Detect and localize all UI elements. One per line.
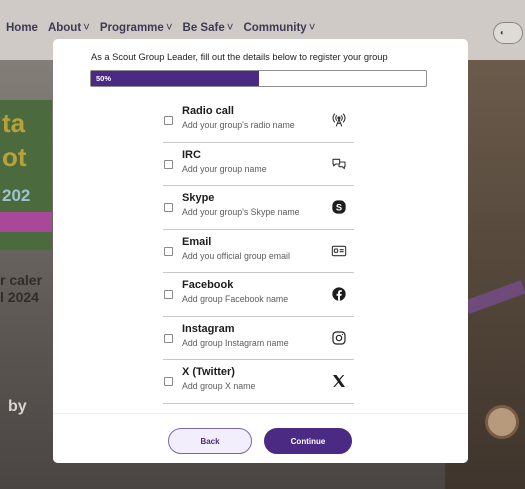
nav-item-label: Community (243, 22, 307, 34)
skype-icon: S (330, 198, 348, 216)
progress-label: 50% (96, 74, 112, 83)
nav-item-be-safe[interactable]: Be Safe ˅ (183, 22, 234, 34)
channel-input-placeholder[interactable]: Add you official group email (182, 251, 290, 261)
channel-title: Skype (182, 192, 215, 204)
channel-row-facebook: Facebook Add group Facebook name (163, 273, 354, 317)
channel-title: Instagram (182, 322, 235, 335)
channel-row-skype: Skype Add your group's Skype name S (163, 186, 354, 230)
channel-row-instagram: Instagram Add group Instagram name (163, 317, 354, 360)
continue-button[interactable]: Continue (264, 428, 352, 454)
nav-item-label: About (47, 22, 82, 34)
channel-input-placeholder[interactable]: Add group Facebook name (182, 294, 288, 304)
channel-checkbox-irc[interactable] (164, 159, 173, 169)
channel-checkbox-radio-call[interactable] (164, 116, 173, 125)
nav-item-label: Programme (99, 22, 164, 34)
nav-item-home[interactable]: Home (6, 22, 38, 34)
channel-list: Radio call Add your group's radio name IRC… (163, 99, 354, 404)
channel-input-placeholder[interactable]: Add your group's radio name (182, 120, 295, 130)
nav-item-community[interactable]: Community ˅ (243, 22, 315, 34)
channel-title: Facebook (182, 279, 234, 291)
chevron-down-icon: ˅ (83, 22, 90, 34)
instagram-icon (330, 329, 348, 347)
banner-bar (0, 212, 52, 232)
channel-checkbox-skype[interactable] (164, 203, 173, 212)
channel-row-x-twitter: X (Twitter) Add group X name (163, 360, 354, 404)
channel-checkbox-facebook[interactable] (164, 290, 173, 299)
channel-title: X (Twitter) (182, 366, 235, 378)
chevron-down-icon: ˅ (308, 22, 316, 34)
nav-menu: Home About ˅ Programme ˅ Be Safe ˅ Community ˅ (6, 22, 325, 34)
photo-badge (485, 405, 519, 439)
channel-row-radio-call: Radio call Add your group's radio name (163, 99, 354, 143)
modal-footer: Back Continue (53, 413, 468, 463)
background-banner: ta ot 202 (0, 100, 52, 250)
channel-input-placeholder[interactable]: Add your group's Skype name (182, 207, 300, 217)
nav-item-programme[interactable]: Programme ˅ (100, 22, 173, 34)
search-pill[interactable]: ◐ (493, 22, 523, 44)
background-byline: by (8, 398, 27, 415)
email-card-icon (330, 242, 348, 260)
channel-row-irc: IRC Add your group name (163, 143, 354, 186)
back-button[interactable]: Back (168, 428, 252, 454)
banner-year: 202 (2, 186, 31, 205)
x-twitter-icon (330, 372, 348, 390)
channel-title: IRC (182, 148, 201, 161)
chat-bubbles-icon (330, 155, 348, 173)
banner-text-2: ot (2, 142, 27, 172)
background-heading: r caler l 2024 (0, 272, 43, 305)
channel-checkbox-x-twitter[interactable] (164, 377, 173, 386)
nav-item-label: Home (6, 22, 38, 34)
channel-input-placeholder[interactable]: Add your group name (182, 164, 267, 174)
modal-instruction: As a Scout Group Leader, fill out the de… (91, 52, 388, 62)
chevron-down-icon: ˅ (226, 22, 234, 34)
progress-bar: 50% (90, 70, 427, 87)
channel-title: Email (182, 235, 212, 248)
channel-input-placeholder[interactable]: Add group Instagram name (182, 338, 289, 348)
channel-row-email: Email Add you official group email (163, 230, 354, 273)
registration-modal: As a Scout Group Leader, fill out the de… (53, 39, 468, 463)
channel-input-placeholder[interactable]: Add group X name (182, 381, 255, 391)
chevron-down-icon: ˅ (165, 22, 173, 34)
channel-checkbox-instagram[interactable] (164, 333, 173, 343)
progress-fill (91, 71, 259, 86)
channel-checkbox-email[interactable] (164, 246, 173, 256)
svg-text:S: S (336, 202, 342, 212)
banner-text-1: ta (2, 108, 26, 138)
facebook-icon (330, 285, 348, 303)
photo-strip (464, 280, 525, 314)
nav-item-about[interactable]: About ˅ (48, 22, 90, 34)
nav-item-label: Be Safe (182, 22, 225, 34)
radio-tower-icon (330, 111, 348, 129)
channel-title: Radio call (182, 105, 234, 117)
